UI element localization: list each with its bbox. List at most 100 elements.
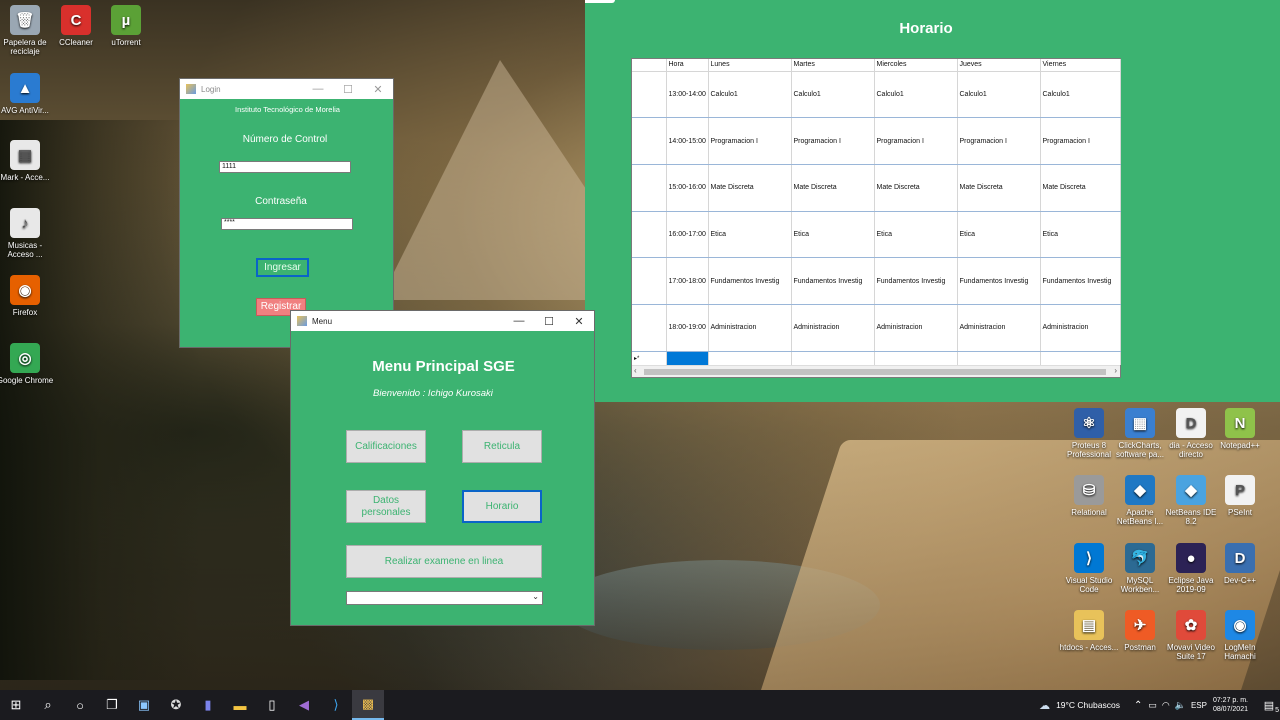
close-icon[interactable]: ✕ (564, 315, 594, 328)
table-cell[interactable]: Fundamentos Investig (874, 257, 958, 305)
table-cell[interactable]: Fundamentos Investig (708, 257, 792, 305)
table-cell[interactable]: Calculo1 (708, 71, 792, 119)
row-header-cell[interactable] (632, 304, 667, 352)
row-header-cell[interactable] (632, 164, 667, 212)
table-cell[interactable]: Calculo1 (874, 71, 958, 119)
minimize-icon[interactable]: — (504, 315, 534, 327)
table-cell[interactable]: Administracion (874, 304, 958, 352)
row-header-cell[interactable] (632, 117, 667, 165)
row-header-cell[interactable] (632, 257, 667, 305)
task-view-icon[interactable]: ❐ (96, 690, 128, 720)
row-header-cell[interactable] (632, 211, 667, 259)
weather-text[interactable]: 19°C Chubascos (1056, 700, 1120, 710)
avg-shortcut[interactable]: ▲ AVG AntiVir... (0, 73, 55, 115)
table-cell[interactable]: Etica (791, 211, 875, 259)
column-header[interactable]: Miercoles (874, 59, 958, 72)
volume-icon[interactable]: 🔈 (1175, 700, 1186, 711)
table-cell[interactable]: Programacion I (708, 117, 792, 165)
table-cell[interactable]: Programacion I (791, 117, 875, 165)
password-input[interactable]: **** (221, 218, 353, 230)
selected-cell[interactable] (666, 351, 709, 366)
column-header[interactable]: Viernes (1040, 59, 1121, 72)
close-icon[interactable]: ✕ (363, 83, 393, 96)
options-dropdown[interactable]: ⌄ (346, 591, 543, 605)
menu-titlebar[interactable]: Menu — ☐ ✕ (291, 311, 594, 331)
table-cell[interactable] (791, 351, 875, 366)
wifi-icon[interactable]: ◠ (1162, 700, 1170, 711)
table-cell[interactable]: 16:00-17:00 (666, 211, 709, 259)
scroll-thumb[interactable] (644, 369, 1106, 375)
table-cell[interactable]: 14:00-15:00 (666, 117, 709, 165)
table-cell[interactable]: Administracion (1040, 304, 1121, 352)
table-cell[interactable]: Calculo1 (1040, 71, 1121, 119)
notifications-icon[interactable]: ▤ 5 (1258, 699, 1280, 714)
examen-button[interactable]: Realizar examene en linea (346, 545, 542, 578)
visual-studio-icon[interactable]: ◀ (288, 690, 320, 720)
table-cell[interactable]: Programacion I (874, 117, 958, 165)
network-icon[interactable]: ▭ (1148, 700, 1157, 711)
table-cell[interactable]: Mate Discreta (708, 164, 792, 212)
table-row[interactable]: 16:00-17:00 Etica Etica Etica Etica Etica (632, 211, 1121, 259)
table-cell[interactable] (708, 351, 792, 366)
table-row[interactable]: 18:00-19:00 Administracion Administracion A… (632, 304, 1121, 352)
table-cell[interactable]: Administracion (708, 304, 792, 352)
vscode-taskbar-icon[interactable]: ⟩ (320, 690, 352, 720)
clock[interactable]: 07:27 p. m. 08/07/2021 (1213, 696, 1248, 714)
weather-icon[interactable]: ☁ (1039, 699, 1050, 712)
table-cell[interactable]: Mate Discreta (874, 164, 958, 212)
store-icon[interactable]: ▣ (128, 690, 160, 720)
table-cell[interactable]: 13:00-14:00 (666, 71, 709, 119)
table-cell[interactable]: Programacion I (957, 117, 1041, 165)
maximize-icon[interactable]: ☐ (534, 315, 564, 328)
windows-start-icon[interactable]: ⊞ (0, 690, 32, 720)
language-icon[interactable]: ESP (1191, 701, 1207, 710)
table-row[interactable]: 17:00-18:00 Fundamentos Investig Fundament… (632, 257, 1121, 305)
table-row[interactable]: 15:00-16:00 Mate Discreta Mate Discreta Mat… (632, 164, 1121, 212)
search-icon[interactable]: ⌕ (32, 690, 64, 720)
row-header-cell[interactable] (632, 71, 667, 119)
table-row[interactable]: 14:00-15:00 Programacion I Programacion IP… (632, 117, 1121, 165)
chevron-up-icon[interactable]: ⌃ (1134, 700, 1142, 711)
table-cell[interactable]: Etica (708, 211, 792, 259)
table-cell[interactable]: Administracion (957, 304, 1041, 352)
table-cell[interactable]: 18:00-19:00 (666, 304, 709, 352)
table-cell[interactable]: Etica (1040, 211, 1121, 259)
cortana-icon[interactable]: ○ (64, 690, 96, 720)
running-app-icon[interactable]: ▩ (352, 690, 384, 720)
teams-icon[interactable]: ▮ (192, 690, 224, 720)
table-cell[interactable]: Mate Discreta (791, 164, 875, 212)
horario-datagrid[interactable]: Hora Lunes Martes Miercoles Jueves Viernes 13:… (631, 58, 1121, 378)
horizontal-scrollbar[interactable]: ‹ › (632, 365, 1120, 377)
chrome-shortcut[interactable]: ◎ Google Chrome (0, 343, 55, 385)
devcpp-shortcut[interactable]: D Dev-C++ (1210, 543, 1270, 585)
table-cell[interactable]: Mate Discreta (957, 164, 1041, 212)
app-icon[interactable]: ✪ (160, 690, 192, 720)
minimize-icon[interactable]: — (303, 83, 333, 95)
table-cell[interactable]: Etica (957, 211, 1041, 259)
table-cell[interactable]: Calculo1 (957, 71, 1041, 119)
file-shortcut[interactable]: ▤ Mark - Acce... (0, 140, 55, 182)
table-cell[interactable]: Etica (874, 211, 958, 259)
notepad-icon[interactable]: ▯ (256, 690, 288, 720)
firefox-shortcut[interactable]: ◉ Firefox (0, 275, 55, 317)
pseint-shortcut[interactable]: P PSeInt (1210, 475, 1270, 517)
table-cell[interactable]: Administracion (791, 304, 875, 352)
music-shortcut[interactable]: ♪ Musicas - Acceso ... (0, 208, 55, 259)
maximize-icon[interactable]: ☐ (333, 83, 363, 96)
table-cell[interactable]: Fundamentos Investig (1040, 257, 1121, 305)
datos-personales-button[interactable]: Datos personales (346, 490, 426, 523)
table-cell[interactable]: 17:00-18:00 (666, 257, 709, 305)
table-cell[interactable]: Fundamentos Investig (957, 257, 1041, 305)
table-cell[interactable] (957, 351, 1041, 366)
scroll-right-icon[interactable]: › (1114, 366, 1117, 375)
chevron-down-icon[interactable]: ⌄ (532, 592, 539, 601)
notepadpp-shortcut[interactable]: N Notepad++ (1210, 408, 1270, 450)
column-header[interactable]: Jueves (957, 59, 1041, 72)
calificaciones-button[interactable]: Calificaciones (346, 430, 426, 463)
table-cell[interactable]: 15:00-16:00 (666, 164, 709, 212)
table-cell[interactable] (1040, 351, 1121, 366)
column-header[interactable]: Lunes (708, 59, 792, 72)
column-header[interactable]: Hora (666, 59, 709, 72)
column-header[interactable]: Martes (791, 59, 875, 72)
scroll-left-icon[interactable]: ‹ (634, 366, 637, 375)
